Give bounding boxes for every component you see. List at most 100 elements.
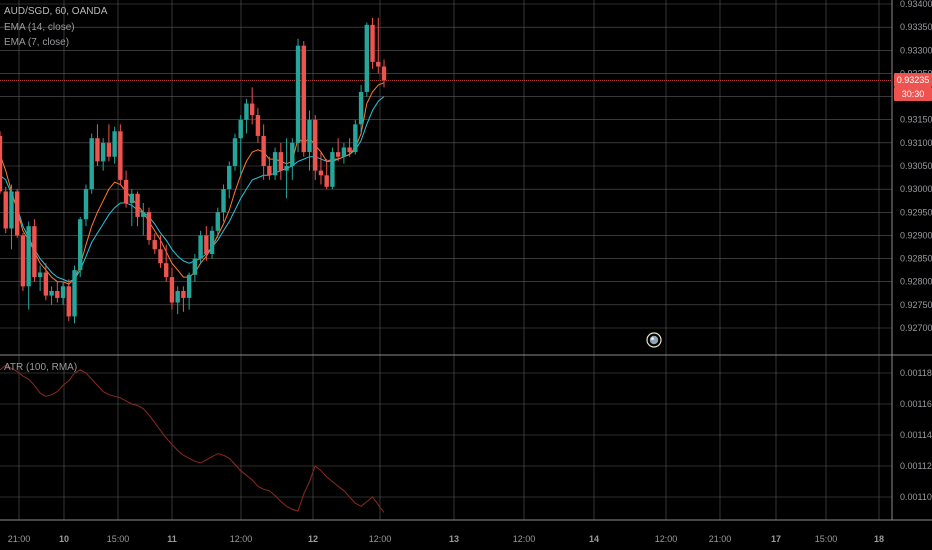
atr-axis-tick-label: 0.00112 bbox=[900, 461, 932, 471]
candle-body bbox=[307, 119, 312, 153]
candle-body bbox=[49, 290, 54, 296]
time-axis-tick-label: 15:00 bbox=[815, 534, 838, 544]
price-axis-tick-label: 0.92900 bbox=[900, 230, 932, 240]
price-axis-tick-label: 0.93350 bbox=[900, 22, 932, 32]
time-axis-tick-label: 12:00 bbox=[369, 534, 392, 544]
candle-body bbox=[37, 272, 43, 278]
price-axis-tick-label: 0.92800 bbox=[900, 277, 932, 287]
atr-axis-tick-label: 0.00114 bbox=[900, 430, 932, 440]
candle-body bbox=[341, 147, 347, 157]
chart-grid bbox=[0, 0, 932, 521]
candle-body bbox=[164, 263, 169, 278]
candle-body bbox=[353, 124, 358, 153]
candle-body bbox=[181, 290, 186, 298]
candle-body bbox=[175, 290, 180, 303]
price-axis-tick-label: 0.93100 bbox=[900, 138, 932, 148]
candle-body bbox=[66, 286, 71, 317]
candle-body bbox=[152, 240, 157, 250]
time-axis-tick-label: 15:00 bbox=[107, 534, 130, 544]
candle-body bbox=[158, 249, 163, 264]
candle-body bbox=[370, 24, 375, 62]
candle-body bbox=[3, 191, 8, 229]
atr-line bbox=[0, 364, 385, 513]
ema14-legend: EMA (14, close) bbox=[4, 22, 75, 33]
time-axis-tick-label: 17 bbox=[771, 534, 781, 544]
price-axis-tick-label: 0.92950 bbox=[900, 207, 932, 217]
ema7-legend: EMA (7, close) bbox=[4, 37, 70, 48]
time-axis-tick-label: 12 bbox=[308, 534, 318, 544]
time-axis-tick-label: 10 bbox=[59, 534, 69, 544]
symbol-title: AUD/SGD, 60, OANDA bbox=[4, 6, 108, 17]
candle-body bbox=[290, 142, 295, 166]
candle-body bbox=[112, 131, 117, 157]
axis-labels: 0.934000.933500.933000.932500.932000.931… bbox=[8, 0, 932, 544]
price-axis-tick-label: 0.93400 bbox=[900, 0, 932, 9]
bar-countdown-badge: 30:30 bbox=[894, 87, 932, 102]
atr-legend: ATR (100, RMA) bbox=[4, 362, 78, 373]
candle-body bbox=[135, 193, 140, 217]
candle-body bbox=[204, 235, 209, 254]
candle-body bbox=[78, 219, 83, 271]
candle-body bbox=[249, 103, 255, 116]
candle-body bbox=[267, 166, 272, 176]
candle-body bbox=[255, 115, 261, 136]
candle-body bbox=[209, 230, 215, 254]
time-axis-tick-label: 14 bbox=[589, 534, 599, 544]
atr-axis-tick-label: 0.00110 bbox=[900, 492, 932, 502]
candle-body bbox=[95, 138, 100, 162]
candle-body bbox=[55, 290, 60, 298]
candle-body bbox=[26, 226, 31, 287]
candle-body bbox=[43, 272, 49, 296]
candle-body bbox=[376, 61, 381, 67]
time-axis-tick-label: 18 bbox=[874, 534, 884, 544]
candle-body bbox=[244, 103, 249, 120]
atr-axis-tick-label: 0.00116 bbox=[900, 399, 932, 409]
price-axis-tick-label: 0.93050 bbox=[900, 161, 932, 171]
price-axis-tick-label: 0.93150 bbox=[900, 115, 932, 125]
candle-body bbox=[295, 45, 301, 143]
last-price-badge: 0.93235 bbox=[894, 73, 932, 88]
candle-body bbox=[227, 166, 232, 190]
candle-body bbox=[83, 189, 89, 220]
price-axis-tick-label: 0.92700 bbox=[900, 323, 932, 333]
price-axis-tick-label: 0.92850 bbox=[900, 254, 932, 264]
candle-body bbox=[381, 66, 387, 81]
time-axis-tick-label: 12:00 bbox=[230, 534, 253, 544]
candle-body bbox=[358, 91, 364, 125]
candle-body bbox=[14, 191, 20, 236]
candle-body bbox=[347, 147, 352, 153]
candle-body bbox=[330, 152, 335, 187]
crosshair-cursor-icon bbox=[646, 332, 662, 348]
candle-body bbox=[284, 166, 289, 171]
candle-body bbox=[198, 235, 203, 259]
candle-body bbox=[186, 274, 192, 298]
candle-body bbox=[318, 170, 324, 176]
atr-axis-tick-label: 0.00118 bbox=[900, 368, 932, 378]
candle-body bbox=[141, 212, 146, 217]
candle-body bbox=[123, 179, 129, 204]
candle-body bbox=[169, 277, 175, 303]
candle-body bbox=[72, 270, 77, 317]
time-axis-tick-label: 21:00 bbox=[8, 534, 31, 544]
time-axis-tick-label: 21:00 bbox=[709, 534, 732, 544]
candle-body bbox=[221, 189, 226, 213]
candle-body bbox=[192, 258, 198, 275]
candle-body bbox=[60, 286, 66, 298]
time-axis-tick-label: 12:00 bbox=[655, 534, 678, 544]
candle-body bbox=[32, 226, 37, 278]
candle-body bbox=[364, 24, 370, 92]
candle-body bbox=[89, 138, 94, 190]
price-axis-tick-label: 0.93000 bbox=[900, 184, 932, 194]
chart-canvas[interactable]: 0.934000.933500.933000.932500.932000.931… bbox=[0, 0, 932, 550]
candle-body bbox=[301, 45, 306, 153]
candle-body bbox=[324, 175, 329, 187]
candle-body bbox=[215, 212, 220, 231]
candle-body bbox=[335, 152, 341, 157]
candle-body bbox=[100, 142, 106, 162]
time-axis-tick-label: 12:00 bbox=[513, 534, 536, 544]
candle-body bbox=[232, 138, 238, 166]
time-axis-tick-label: 11 bbox=[167, 534, 177, 544]
candle-body bbox=[118, 131, 123, 180]
price-axis-tick-label: 0.92750 bbox=[900, 300, 932, 310]
candle-body bbox=[0, 135, 3, 192]
